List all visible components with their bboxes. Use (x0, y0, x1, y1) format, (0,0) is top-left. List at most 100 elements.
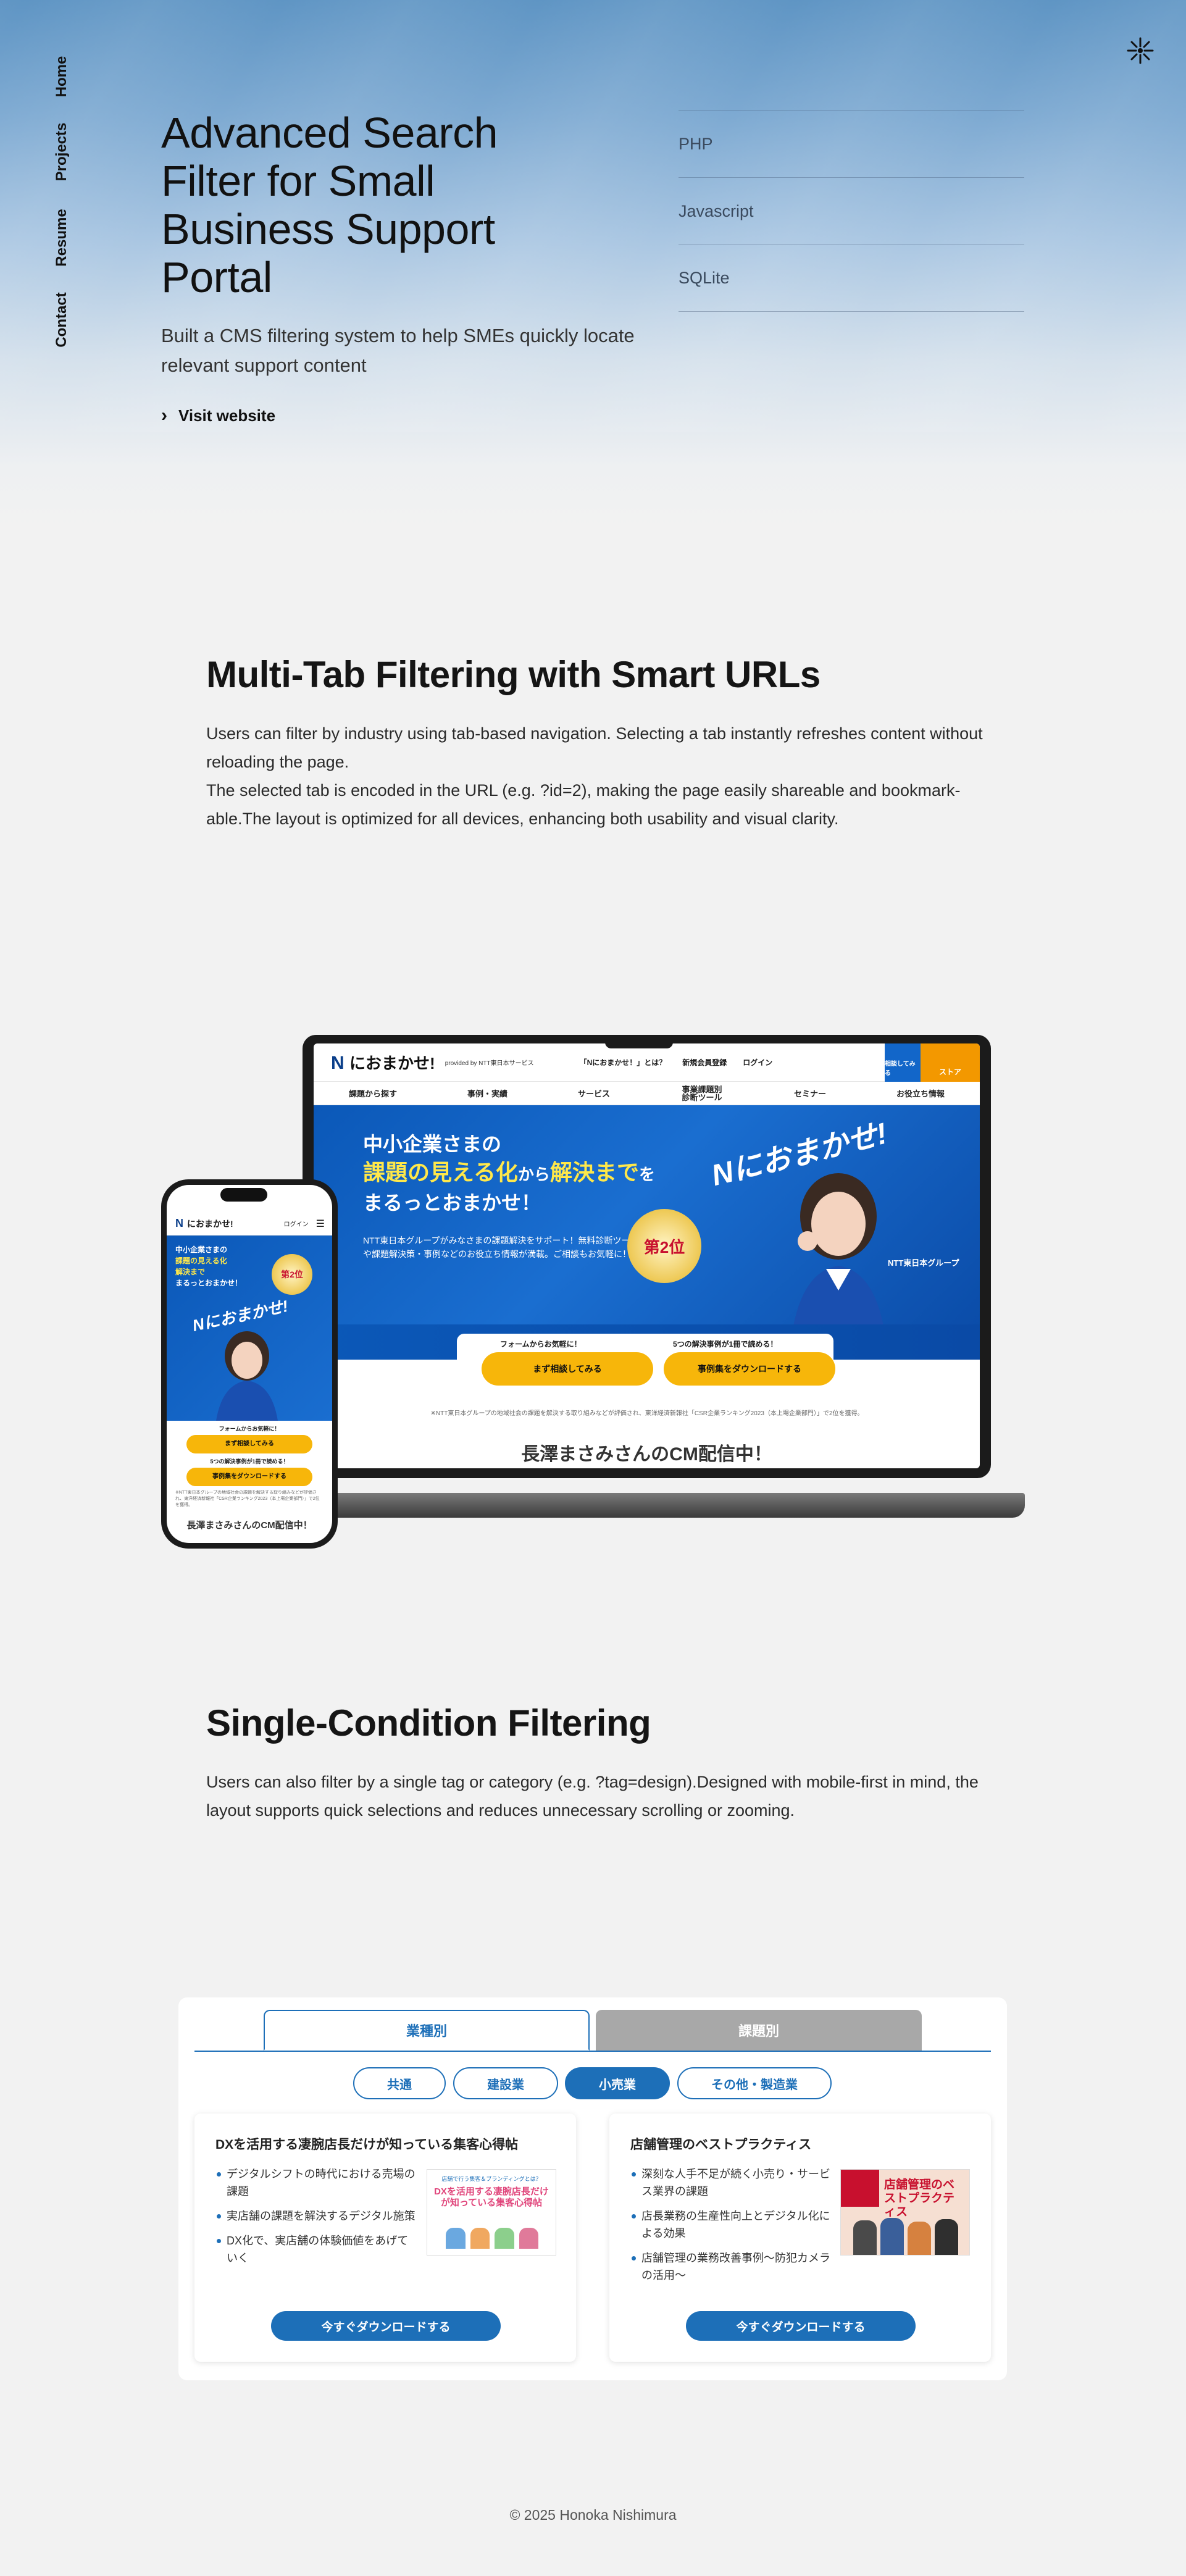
filter-pill-construction[interactable]: 建設業 (453, 2067, 558, 2099)
hero-highlight1: 課題の見える化 (363, 1160, 518, 1185)
card-bullet: 店舗管理の業務改善事例〜防犯カメラの活用〜 (630, 2249, 834, 2284)
phone-brand-text: におまかせ! (187, 1218, 233, 1229)
section-paragraph: Users can filter by industry using tab-b… (206, 724, 983, 771)
site-menu: 課題から探す 事例・実績 サービス 事業課題別 診断ツール セミナー お役立ち情… (314, 1082, 980, 1105)
filter-pill-other-manufacturing[interactable]: その他・製造業 (677, 2067, 832, 2099)
phone-dynamic-island (220, 1188, 267, 1202)
cta2-label: 5つの解決事例が1冊で読める！ (673, 1340, 778, 1349)
phone-cm-heading: 長澤まさみさんのCM配信中！ (186, 1520, 312, 1531)
phone-ranking-badge: 第2位 (272, 1254, 312, 1295)
tab-industry[interactable]: 業種別 (264, 2010, 590, 2051)
project-title: Advanced Search Filter for Small Busines… (161, 109, 498, 301)
card-thumbnail: 店舗で行う集客＆ブランディングとは？ DXを活用する凄腕店長だけが知っている集客… (427, 2169, 556, 2256)
casebook-download-button[interactable]: 事例集をダウンロードする (664, 1352, 835, 1386)
filter-pill-common[interactable]: 共通 (353, 2067, 446, 2099)
phone-hero-line: まるっとおまかせ！ (175, 1279, 243, 1287)
card-bullet: 深刻な人手不足が続く小売り・サービス業界の課題 (630, 2165, 834, 2200)
visit-website-label: Visit website (178, 406, 276, 425)
thumb-people (446, 2228, 538, 2249)
tech-item: SQLite (679, 245, 1024, 312)
resource-card: 店舗管理のベストプラクティス 深刻な人手不足が続く小売り・サービス業界の課題 店… (609, 2114, 991, 2362)
card-thumbnail: 店舗管理のベストプラクティス (840, 2169, 970, 2256)
tech-stack-list: PHP Javascript SQLite (679, 110, 1024, 312)
laptop-notch (605, 1035, 673, 1048)
tech-item: Javascript (679, 177, 1024, 245)
section-single-condition: Single-Condition Filtering Users can als… (206, 1702, 984, 1825)
tab-issue[interactable]: 課題別 (596, 2010, 922, 2051)
phone-hero-headline: 中小企業さまの 課題の見える化 解決まで まるっとおまかせ！ (175, 1244, 242, 1289)
store-header-button[interactable]: ストア (921, 1043, 980, 1082)
phone-cta1-label: フォームからお気軽に！ (219, 1426, 280, 1432)
thumb-caption: 店舗で行う集客＆ブランディングとは？ (441, 2176, 541, 2182)
register-link[interactable]: 新規会員登録 (682, 1057, 727, 1068)
site-logo-icon[interactable] (1125, 36, 1155, 65)
site-hero-headline: 中小企業さまの 課題の見える化から解決までを まるっとおまかせ！ (363, 1130, 655, 1217)
card-bullet: 店長業務の生産性向上とデジタル化による効果 (630, 2207, 834, 2242)
phone-hero-line: 課題の見える化 (175, 1257, 227, 1265)
phone-casebook-button[interactable]: 事例集をダウンロードする (186, 1468, 312, 1486)
site-hero-description: NTT東日本グループがみなさまの課題解決をサポート！無料診断ツールや課題解決策・… (363, 1236, 639, 1259)
phone-hero-line: 中小企業さまの (175, 1245, 228, 1254)
brand-text: におまかせ! (349, 1054, 435, 1073)
hero-line1: 中小企業さまの (363, 1133, 502, 1155)
consult-button[interactable]: まず相談してみる (482, 1352, 653, 1386)
chevron-right-icon: › (161, 405, 167, 425)
footer-copyright: © 2025 Honoka Nishimura (509, 2507, 677, 2523)
thumb-title: 店舗管理のベストプラクティス (884, 2178, 955, 2218)
card-title: DXを活用する凄腕店長だけが知っている集客心得帖 (215, 2138, 519, 2152)
visit-website-link[interactable]: › Visit website (161, 405, 275, 426)
card-bullet: 実店舗の課題を解決するデジタル施策 (215, 2207, 419, 2225)
group-label: NTT東日本グループ (888, 1258, 959, 1268)
award-note: ※NTT東日本グループの地域社会の課題を解決する取り組みなどが評価され、東洋経済… (430, 1410, 864, 1417)
cta1-label: フォームからお気軽に！ (500, 1340, 582, 1349)
nav-home-link[interactable]: Home (53, 40, 70, 114)
filter-widget: 業種別 課題別 共通 建設業 小売業 その他・製造業 DXを活用する凄腕店長だけ… (178, 1997, 1007, 2380)
download-button[interactable]: 今すぐダウンロードする (686, 2311, 916, 2341)
about-link[interactable]: 「Nにおまかせ！」とは？ (580, 1057, 667, 1068)
hero-line3: まるっとおまかせ！ (363, 1192, 541, 1214)
site-brand-logo[interactable]: N におまかせ! (331, 1051, 435, 1074)
phone-cta-area: フォームからお気軽に！ まず相談してみる 5つの解決事例が1冊で読める！ 事例集… (167, 1421, 332, 1531)
site-header: N におまかせ! provided by NTT東日本サービス 「Nにおまかせ！… (314, 1043, 980, 1082)
card-bullet: デジタルシフトの時代における売場の課題 (215, 2165, 419, 2200)
cta-panel: フォームからお気軽に！ 5つの解決事例が1冊で読める！ まず相談してみる 事例集… (457, 1334, 835, 1402)
nav-projects-link[interactable]: Projects (53, 115, 70, 189)
phone-spokesperson-illustration (216, 1331, 278, 1421)
hamburger-menu-icon[interactable]: ☰ (316, 1218, 325, 1230)
nav-contact-link[interactable]: Contact (53, 283, 70, 357)
thumb-title: DXを活用する凄腕店長だけが知っている集客心得帖 (434, 2186, 549, 2208)
thumb-staff (853, 2217, 958, 2255)
menu-item[interactable]: 事例・実績 (467, 1087, 507, 1099)
nav-resume-link[interactable]: Resume (53, 201, 70, 275)
login-link[interactable]: ログイン (743, 1057, 772, 1068)
thumb-red-block (841, 2170, 879, 2207)
phone-login-link[interactable]: ログイン (284, 1219, 309, 1228)
ranking-badge: 第2位 (627, 1209, 701, 1283)
menu-item[interactable]: サービス (578, 1087, 610, 1099)
section-title: Single-Condition Filtering (206, 1702, 651, 1744)
phone-consult-button[interactable]: まず相談してみる (186, 1435, 312, 1453)
download-button[interactable]: 今すぐダウンロードする (271, 2311, 501, 2341)
laptop-mockup: N におまかせ! provided by NTT東日本サービス 「Nにおまかせ！… (303, 1035, 991, 1478)
hero-text: を (638, 1165, 655, 1184)
resource-card: DXを活用する凄腕店長だけが知っている集客心得帖 デジタルシフトの時代における売… (194, 2114, 576, 2362)
tech-item: PHP (679, 110, 1024, 177)
menu-item[interactable]: セミナー (794, 1087, 826, 1099)
phone-screen: N におまかせ! ログイン ☰ 中小企業さまの 課題の見える化 解決まで まるっ… (167, 1185, 332, 1543)
section-multi-tab: Multi-Tab Filtering with Smart URLs User… (206, 653, 984, 833)
filter-pill-retail[interactable]: 小売業 (565, 2067, 670, 2099)
menu-item[interactable]: 事業課題別 診断ツール (680, 1085, 724, 1102)
hero-line2: 課題の見える化から解決までを (363, 1158, 655, 1189)
phone-mockup: N におまかせ! ログイン ☰ 中小企業さまの 課題の見える化 解決まで まるっ… (161, 1179, 338, 1549)
tab-underline (194, 2051, 991, 2052)
laptop-screen: N におまかせ! provided by NTT東日本サービス 「Nにおまかせ！… (314, 1043, 980, 1468)
menu-item[interactable]: お役立ち情報 (896, 1087, 945, 1099)
hero-text: から (517, 1165, 550, 1184)
phone-award-note: ※NTT東日本グループの地域社会の課題を解決する取り組みなどが評価され、東洋経済… (175, 1491, 320, 1507)
cm-heading: 長澤まさみさんのCM配信中！ (521, 1444, 772, 1465)
card-bullet-list: 深刻な人手不足が続く小売り・サービス業界の課題 店長業務の生産性向上とデジタル化… (630, 2165, 834, 2291)
menu-item[interactable]: 課題から探す (349, 1087, 397, 1099)
site-hero-banner: 中小企業さまの 課題の見える化から解決までを まるっとおまかせ！ NTT東日本グ… (314, 1105, 980, 1360)
project-subtitle: Built a CMS filtering system to help SME… (161, 325, 635, 376)
contact-header-button[interactable]: 相談してみる (885, 1043, 921, 1082)
